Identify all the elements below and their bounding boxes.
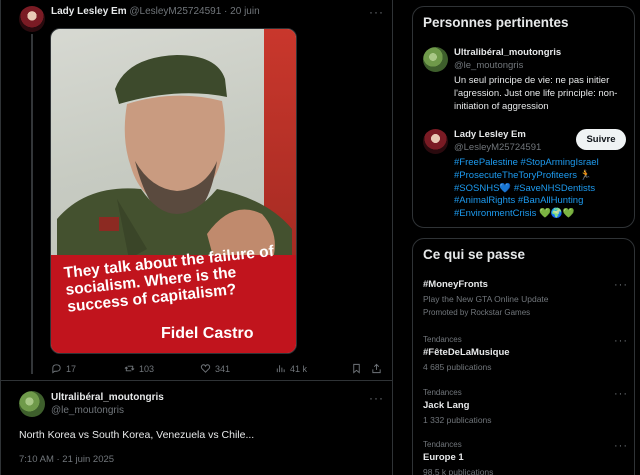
views-icon — [276, 365, 285, 373]
trend-item[interactable]: Tendances #FêteDeLaMusique 4 685 publica… — [423, 335, 628, 372]
author-handle[interactable]: @LesleyM25724591 — [129, 6, 221, 17]
like-count: 341 — [215, 363, 231, 374]
author-name[interactable]: Lady Lesley Em — [51, 6, 127, 17]
person-handle[interactable]: @LesleyM25724591 — [454, 142, 541, 153]
person-bio: Un seul principe de vie: ne pas initier … — [454, 75, 618, 112]
relevant-people-card: Personnes pertinentes Ultralibéral_mouto… — [412, 6, 635, 228]
views-button[interactable]: 41 k — [275, 363, 307, 374]
views-count: 41 k — [290, 363, 308, 374]
trend-post-count: 4 685 publications — [423, 362, 492, 372]
tweet-image[interactable]: They talk about the failure of socialism… — [50, 28, 297, 354]
quote-author: Fidel Castro — [161, 325, 254, 342]
like-button[interactable]: 341 — [200, 363, 230, 374]
reply-count: 17 — [66, 363, 77, 374]
trend-post-count: 98,5 k publications — [423, 467, 494, 475]
more-icon[interactable]: ··· — [614, 388, 628, 400]
more-icon[interactable]: ··· — [614, 279, 628, 291]
separator: · — [224, 6, 228, 17]
more-icon[interactable]: ··· — [369, 391, 384, 405]
tweet-date[interactable]: 20 juin — [230, 6, 259, 17]
author-handle[interactable]: @le_moutongris — [51, 405, 124, 416]
person-name[interactable]: Ultralibéral_moutongris — [454, 47, 561, 58]
author-name[interactable]: Ultralibéral_moutongris — [51, 392, 164, 403]
reply-button[interactable]: 17 — [51, 363, 76, 374]
person-handle[interactable]: @le_moutongris — [454, 60, 523, 71]
more-icon[interactable]: ··· — [614, 440, 628, 452]
trend-item[interactable]: Tendances Europe 1 98,5 k publications ·… — [423, 440, 628, 475]
bookmark-button[interactable] — [351, 363, 366, 374]
tweet-text: North Korea vs South Korea, Venezuela vs… — [19, 429, 255, 441]
avatar[interactable] — [423, 129, 448, 154]
share-button[interactable] — [371, 363, 386, 374]
trend-category: Tendances — [423, 388, 462, 397]
heart-icon — [200, 364, 211, 373]
card-title: Personnes pertinentes — [423, 15, 569, 30]
trend-name: #FêteDeLaMusique — [423, 347, 510, 358]
share-icon — [372, 363, 381, 374]
avatar[interactable] — [19, 391, 45, 417]
trend-name: Europe 1 — [423, 452, 464, 463]
trend-description: Play the New GTA Online Update — [423, 294, 549, 304]
retweet-icon — [124, 365, 135, 372]
tweet[interactable]: Lady Lesley Em @LesleyM25724591 · 20 jui… — [1, 0, 393, 381]
card-title: Ce qui se passe — [423, 247, 526, 262]
tweet-header: Lady Lesley Em @LesleyM25724591 · 20 jui… — [51, 6, 260, 17]
trend-item[interactable]: Tendances Jack Lang 1 332 publications ·… — [423, 388, 628, 425]
retweet-button[interactable]: 103 — [124, 363, 154, 374]
trend-category: Tendances — [423, 440, 462, 449]
follow-button[interactable]: Suivre — [576, 129, 626, 150]
retweet-count: 103 — [139, 363, 155, 374]
quote-banner: They talk about the failure of socialism… — [51, 243, 296, 353]
trend-name: Jack Lang — [423, 400, 470, 411]
person-bio-hashtags[interactable]: #FreePalestine #StopArmingIsrael #Prosec… — [454, 157, 632, 221]
reply-icon — [52, 364, 61, 374]
whats-happening-card: Ce qui se passe #MoneyFronts Play the Ne… — [412, 238, 635, 475]
more-icon[interactable]: ··· — [369, 5, 384, 19]
bookmark-icon — [353, 363, 360, 374]
thread-line — [31, 34, 33, 374]
more-icon[interactable]: ··· — [614, 335, 628, 347]
avatar[interactable] — [19, 6, 45, 32]
trend-name: #MoneyFronts — [423, 279, 488, 290]
trend-category: Tendances — [423, 335, 462, 344]
tweet-timestamp[interactable]: 7:10 AM · 21 juin 2025 — [19, 454, 114, 465]
trend-item[interactable]: #MoneyFronts Play the New GTA Online Upd… — [423, 279, 628, 317]
promoted-label: Promoted by Rockstar Games — [423, 308, 531, 317]
timeline: Lady Lesley Em @LesleyM25724591 · 20 jui… — [0, 0, 393, 475]
avatar[interactable] — [423, 47, 448, 72]
tweet[interactable]: Ultralibéral_moutongris @le_moutongris ·… — [1, 382, 393, 475]
trend-post-count: 1 332 publications — [423, 415, 492, 425]
person-name[interactable]: Lady Lesley Em — [454, 129, 526, 140]
